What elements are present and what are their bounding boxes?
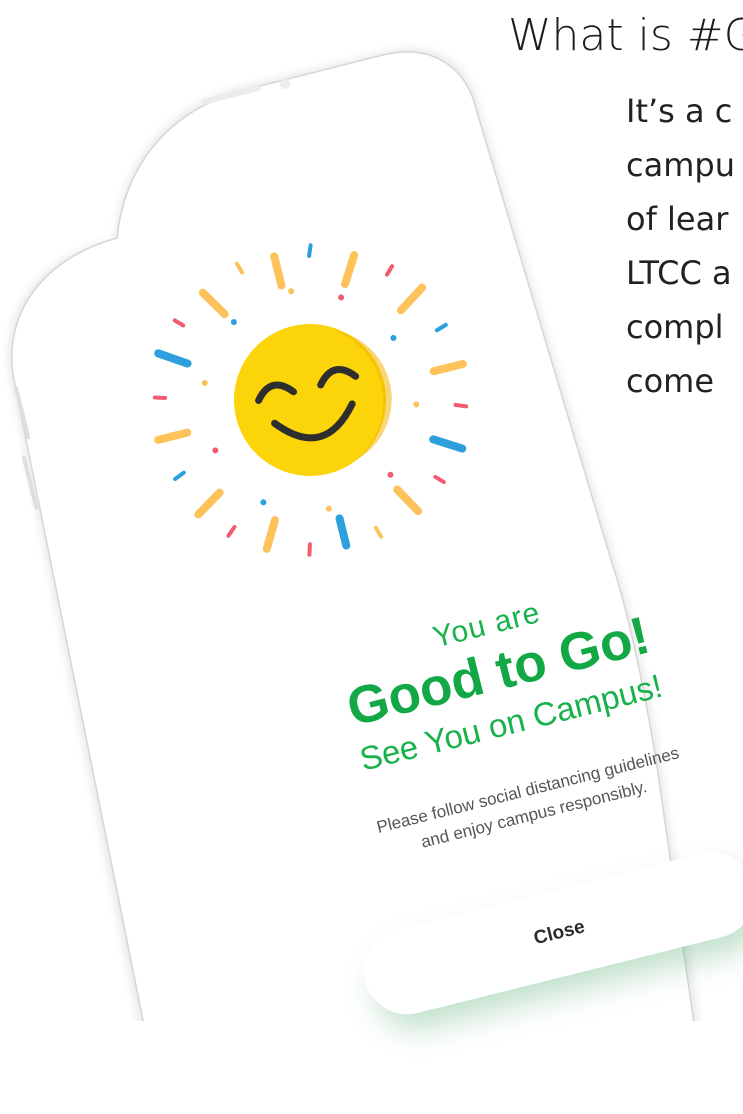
article-paragraph: It’s a c campu of lear LTCC a compl come <box>626 84 743 408</box>
close-button[interactable]: Close <box>354 843 743 1024</box>
paragraph-line: come <box>626 362 715 400</box>
paragraph-line: of lear <box>626 200 729 238</box>
paragraph-line: campu <box>626 146 735 184</box>
article-heading: What is #G <box>508 10 743 61</box>
paragraph-line: LTCC a <box>626 254 732 292</box>
status-block: You are Good to Go! See You on Campus! P… <box>318 568 702 868</box>
paragraph-line: compl <box>626 308 724 346</box>
paragraph-line: It’s a c <box>626 92 733 130</box>
close-button-label: Close <box>531 916 587 950</box>
